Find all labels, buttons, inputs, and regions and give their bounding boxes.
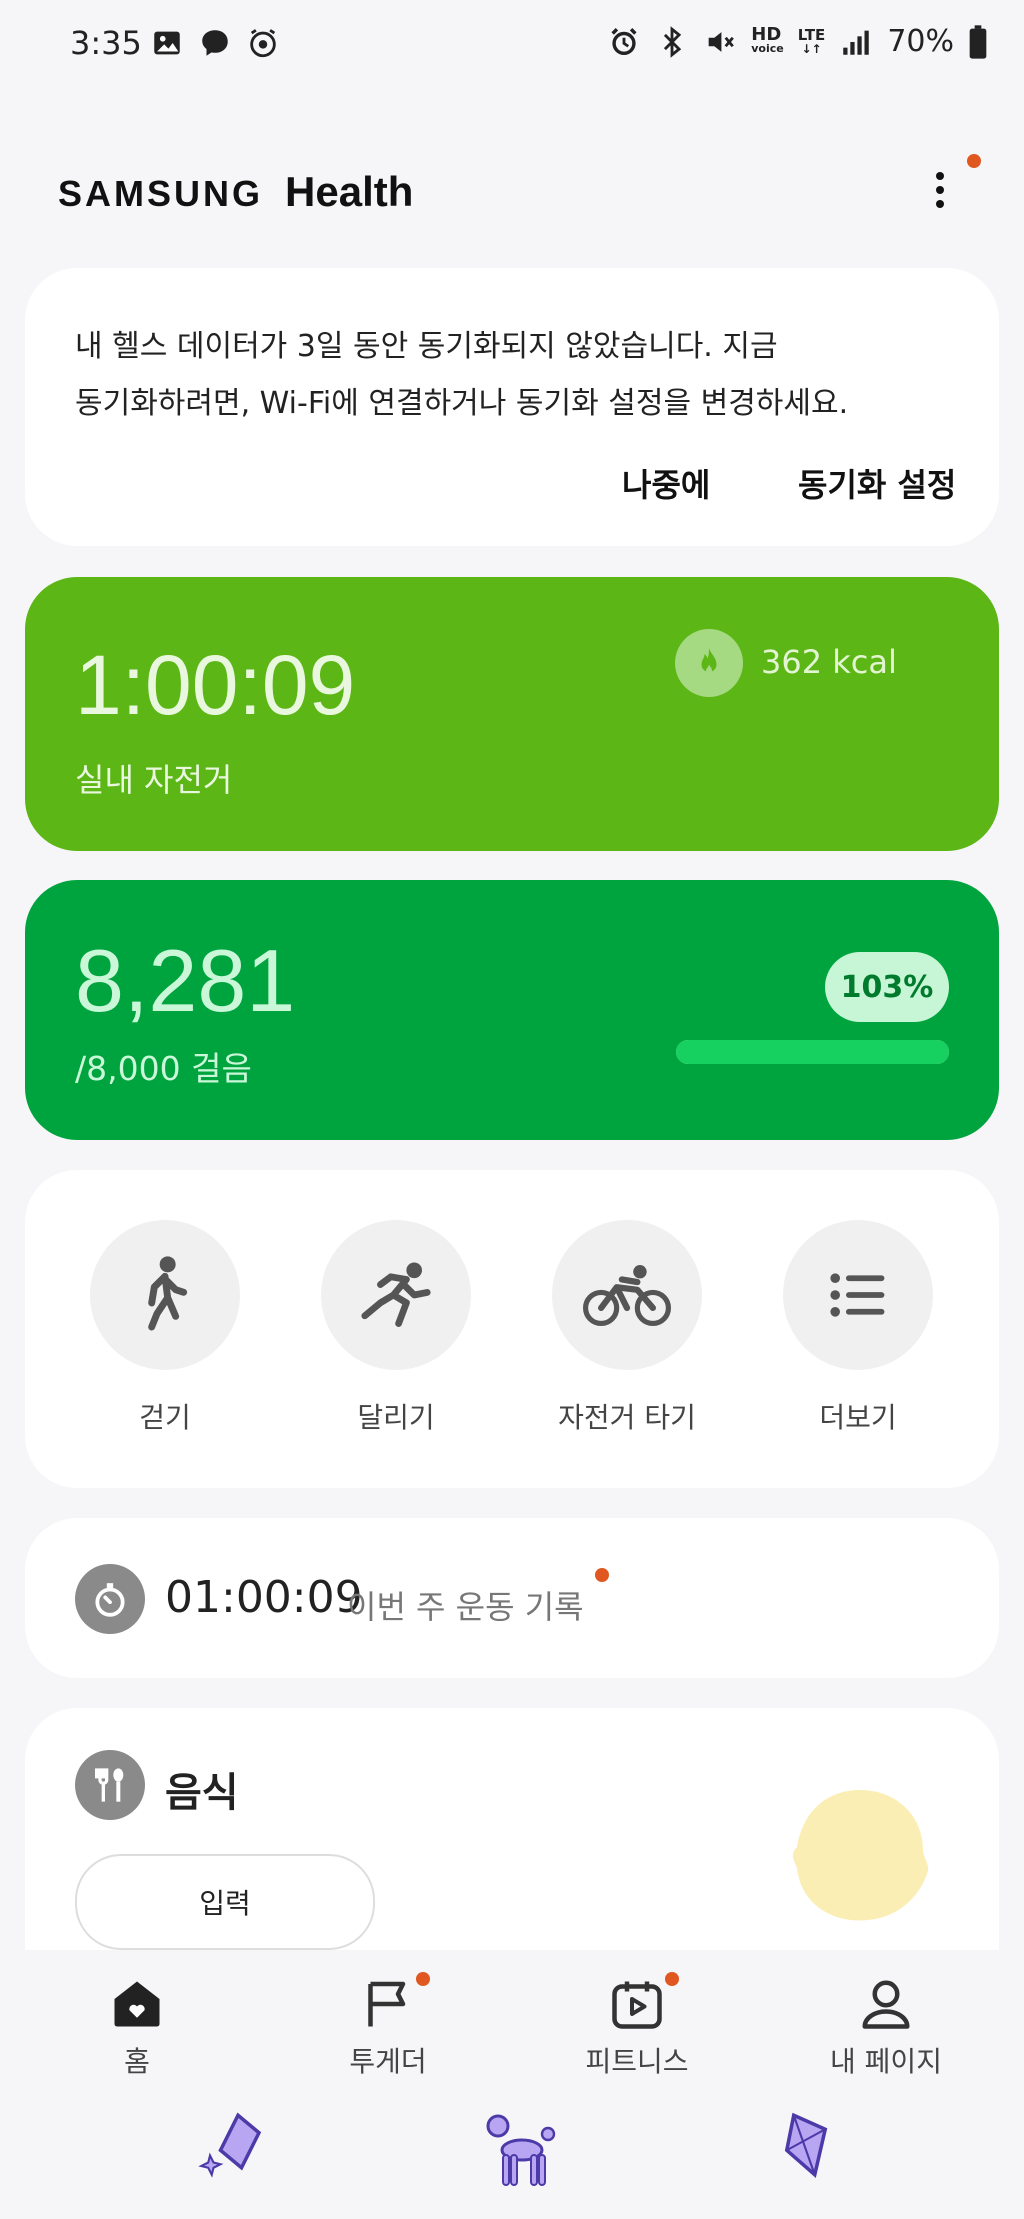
together-badge	[416, 1972, 430, 1986]
flame-icon	[675, 629, 743, 697]
fork-spoon-icon	[75, 1750, 145, 1820]
activity-label-cycling: 자전거 타기	[558, 1401, 696, 1434]
fitness-calendar-icon	[612, 1981, 662, 2029]
app-header: SAMSUNG Health	[0, 150, 1024, 230]
signal-icon	[843, 30, 870, 55]
stopwatch-icon	[75, 1564, 145, 1634]
weekly-record-time: 01:00:09	[165, 1572, 363, 1623]
nav-together[interactable]: 투게더	[278, 1972, 498, 2080]
sync-settings-button[interactable]: 동기화 설정	[798, 460, 956, 506]
messenger-icon	[202, 30, 228, 56]
balloon-dog-sticker-icon	[486, 2114, 556, 2186]
hd-voice-icon: HD voice	[751, 23, 784, 56]
flag-icon	[368, 1981, 406, 2027]
sync-message-line2: 동기화하려면, Wi-Fi에 연결하거나 동기화 설정을 변경하세요.	[75, 386, 849, 421]
food-card: 음식 입력	[25, 1708, 999, 1958]
food-title: 음식	[165, 1770, 239, 1816]
activity-label-more: 더보기	[819, 1401, 897, 1434]
exercise-calories: 362 kcal	[761, 643, 897, 681]
brand-health: Health	[285, 168, 414, 215]
person-icon	[862, 1980, 910, 2029]
walking-icon	[148, 1256, 188, 1331]
activity-shortcuts-card: 걷기 달리기 자전거 타기 더보기	[25, 1170, 999, 1488]
exercise-duration: 1:00:09	[75, 638, 356, 732]
status-bar: 3:35 HD voice LTE ↓↑ 70%	[0, 0, 1024, 90]
list-icon	[830, 1273, 885, 1317]
status-time: 3:35	[70, 24, 142, 62]
weekly-record-label: 이번 주 운동 기록	[347, 1588, 584, 1626]
bluetooth-icon	[664, 25, 682, 58]
running-icon	[361, 1262, 431, 1327]
lte-icon: LTE ↓↑	[797, 25, 826, 56]
nav-home[interactable]: 홈	[27, 1974, 247, 2080]
voice-label: voice	[751, 41, 784, 55]
kite-sticker-2-icon	[784, 2112, 828, 2178]
nav-label-together: 투게더	[349, 2045, 427, 2078]
home-icon	[114, 1981, 160, 2027]
sync-warning-card: 내 헬스 데이터가 3일 동안 동기화되지 않았습니다. 지금 동기화하려면, …	[25, 268, 999, 546]
nav-my-page[interactable]: 내 페이지	[776, 1974, 996, 2080]
mute-icon	[708, 31, 735, 52]
hd-label: HD	[751, 23, 782, 45]
nav-label-home: 홈	[124, 2045, 150, 2078]
activity-cycling[interactable]: 자전거 타기	[517, 1220, 737, 1436]
steps-goal: /8,000 걸음	[75, 1049, 252, 1088]
brand-samsung: SAMSUNG	[58, 173, 264, 214]
cycling-icon	[583, 1264, 671, 1327]
alarm-app-icon	[250, 29, 276, 58]
activity-more[interactable]: 더보기	[748, 1220, 968, 1436]
steps-percent-badge: 103%	[825, 952, 949, 1022]
battery-icon	[969, 24, 987, 59]
record-notification-dot	[595, 1568, 609, 1582]
exercise-card[interactable]: 1:00:09 실내 자전거 362 kcal	[25, 577, 999, 851]
brand-logo: SAMSUNG Health	[58, 168, 413, 216]
nav-fitness[interactable]: 피트니스	[527, 1972, 747, 2080]
activity-running[interactable]: 달리기	[286, 1220, 506, 1436]
weekly-exercise-record-card[interactable]: 01:00:09 이번 주 운동 기록	[25, 1518, 999, 1678]
sync-message-line1: 내 헬스 데이터가 3일 동안 동기화되지 않았습니다. 지금	[75, 329, 778, 364]
steps-progress-bar	[676, 1040, 949, 1064]
activity-label-running: 달리기	[357, 1401, 435, 1434]
kite-sticker-icon	[198, 2112, 262, 2178]
fitness-badge	[665, 1972, 679, 1986]
steps-card[interactable]: 8,281 /8,000 걸음 103%	[25, 880, 999, 1140]
exercise-activity: 실내 자전거	[75, 761, 233, 799]
menu-notification-dot	[967, 154, 981, 168]
food-input-button[interactable]: 입력	[75, 1854, 375, 1950]
battery-text: 70%	[887, 24, 954, 59]
later-button[interactable]: 나중에	[622, 460, 710, 506]
more-vertical-icon[interactable]	[920, 166, 960, 222]
lemon-illustration	[792, 1790, 929, 1921]
activity-label-walking: 걷기	[139, 1401, 191, 1434]
steps-count: 8,281	[75, 931, 296, 1030]
lte-label: LTE	[797, 25, 826, 44]
steps-progress-fill	[676, 1040, 949, 1064]
gallery-icon	[154, 31, 180, 55]
alarm-icon	[611, 27, 637, 55]
activity-walking[interactable]: 걷기	[55, 1220, 275, 1436]
sync-message: 내 헬스 데이터가 3일 동안 동기화되지 않았습니다. 지금 동기화하려면, …	[75, 318, 955, 432]
nav-label-my-page: 내 페이지	[830, 2045, 942, 2078]
nav-label-fitness: 피트니스	[585, 2045, 689, 2078]
